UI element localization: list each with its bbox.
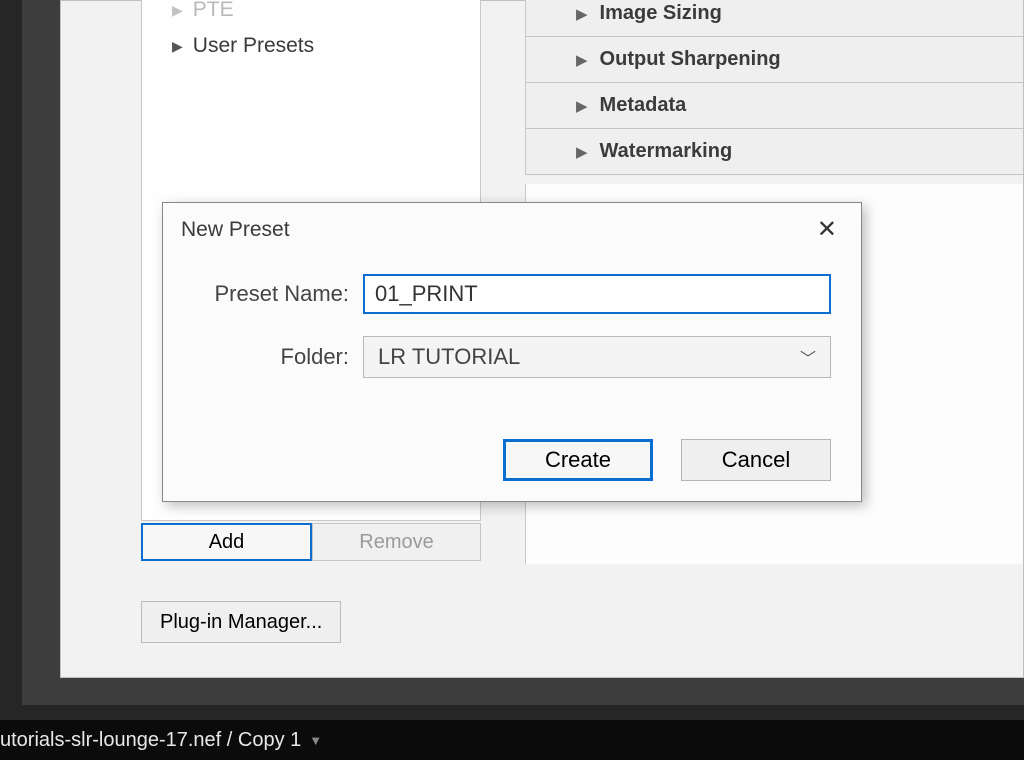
accordion-output-sharpening[interactable]: ▶ Output Sharpening (526, 37, 1023, 83)
cancel-button[interactable]: Cancel (681, 439, 831, 481)
filmstrip-statusbar: utorials-slr-lounge-17.nef / Copy 1 ▼ (0, 720, 1024, 760)
triangle-right-icon: ▶ (576, 143, 588, 161)
tree-item-user-presets[interactable]: ▶ User Presets (142, 28, 480, 64)
triangle-right-icon: ▶ (576, 5, 588, 23)
close-icon[interactable]: ✕ (811, 213, 843, 246)
create-button[interactable]: Create (503, 439, 653, 481)
dialog-titlebar: New Preset ✕ (163, 203, 861, 252)
new-preset-dialog: New Preset ✕ Preset Name: Folder: LR TUT… (162, 202, 862, 502)
dialog-actions: Create Cancel (503, 439, 831, 481)
plugin-row: Plug-in Manager... (141, 601, 341, 643)
accordion-watermarking[interactable]: ▶ Watermarking (526, 129, 1023, 175)
accordion-label: Watermarking (600, 140, 733, 163)
preset-name-label: Preset Name: (193, 281, 363, 307)
chevron-down-icon: ﹀ (800, 345, 816, 369)
tree-item-label: User Presets (193, 34, 314, 58)
plugin-manager-button[interactable]: Plug-in Manager... (141, 601, 341, 643)
preset-name-row: Preset Name: (193, 274, 831, 314)
dropdown-triangle-icon[interactable]: ▼ (309, 733, 322, 748)
folder-select[interactable]: LR TUTORIAL ﹀ (363, 336, 831, 378)
preset-add-remove-row: Add Remove (141, 523, 481, 561)
accordion-label: Output Sharpening (600, 48, 781, 71)
remove-button: Remove (312, 523, 481, 561)
accordion-label: Metadata (600, 94, 687, 117)
status-filename: utorials-slr-lounge-17.nef / Copy 1 (0, 729, 301, 752)
dialog-title: New Preset (181, 218, 290, 242)
triangle-right-icon: ▶ (576, 97, 588, 115)
triangle-right-icon: ▶ (172, 38, 183, 55)
accordion-label: Image Sizing (600, 2, 722, 25)
tree-item-label: PTE (193, 0, 234, 22)
accordion-image-sizing[interactable]: ▶ Image Sizing (526, 0, 1023, 37)
preset-name-input[interactable] (363, 274, 831, 314)
folder-row: Folder: LR TUTORIAL ﹀ (193, 336, 831, 378)
settings-accordion: ▶ Image Sizing ▶ Output Sharpening ▶ Met… (525, 0, 1023, 175)
triangle-right-icon: ▶ (576, 51, 588, 69)
add-button[interactable]: Add (141, 523, 312, 561)
accordion-metadata[interactable]: ▶ Metadata (526, 83, 1023, 129)
folder-select-value: LR TUTORIAL (378, 344, 520, 370)
tree-item-pte[interactable]: ▶ PTE (142, 0, 480, 28)
triangle-right-icon: ▶ (172, 2, 183, 19)
folder-label: Folder: (193, 344, 363, 370)
